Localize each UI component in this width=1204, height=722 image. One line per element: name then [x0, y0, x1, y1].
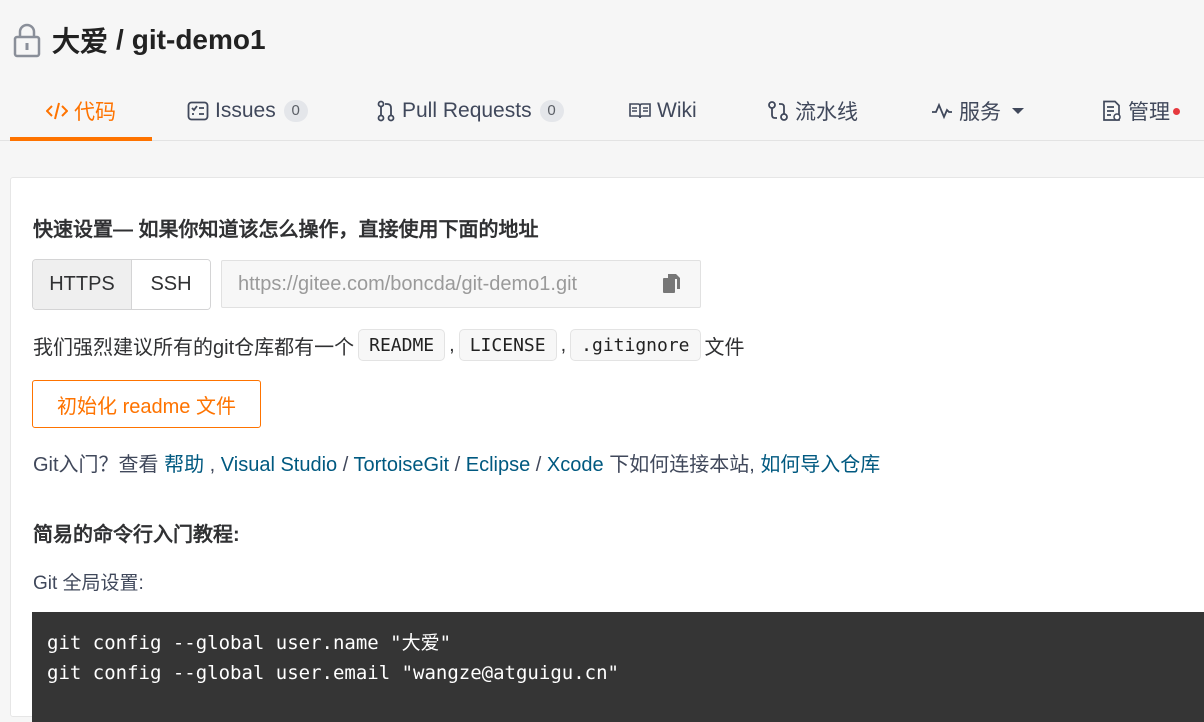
tab-wiki[interactable]: Wiki [629, 82, 697, 140]
pulse-icon [931, 102, 953, 120]
tab-issues[interactable]: Issues 0 [187, 82, 308, 140]
help-prefix: Git入门？查看 [33, 454, 165, 476]
tab-code-label: 代码 [74, 101, 116, 124]
repo-owner[interactable]: 大爱 [52, 20, 108, 60]
tab-pull-requests[interactable]: Pull Requests 0 [376, 82, 564, 140]
recommend-line: 我们强烈建议所有的git仓库都有一个 README , LICENSE , .g… [33, 328, 745, 362]
help-middle: 下如何连接本站, [603, 454, 761, 476]
git-global-label: Git 全局设置: [33, 573, 144, 594]
cmd-tutorial-title: 简易的命令行入门教程: [33, 524, 240, 546]
code-line-2: git config --global user.email "wangze@a… [47, 662, 619, 684]
recommend-suffix: 文件 [704, 336, 745, 359]
copy-icon[interactable] [662, 273, 682, 301]
https-button[interactable]: HTTPS [33, 260, 132, 309]
tab-wiki-label: Wiki [657, 99, 697, 122]
repo-tabs: 代码 Issues 0 Pull Requests 0 Wiki 流水线 服务 … [10, 82, 1204, 141]
tab-code[interactable]: 代码 [46, 82, 116, 140]
tab-manage-label-wrap: 管理 [1128, 96, 1180, 126]
code-block: git config --global user.name "大爱" git c… [32, 612, 1204, 722]
repo-name[interactable]: git-demo1 [132, 24, 266, 56]
issues-count-badge: 0 [283, 100, 308, 122]
tab-services[interactable]: 服务 [931, 82, 1031, 140]
repo-title: 大爱 / git-demo1 [12, 20, 266, 60]
recommend-prefix: 我们强烈建议所有的git仓库都有一个 [33, 336, 355, 359]
tortoisegit-link[interactable]: TortoiseGit [354, 454, 450, 476]
code-icon [46, 101, 68, 121]
tab-pipeline-label: 流水线 [795, 101, 858, 124]
help-slash-2: / [449, 454, 466, 476]
tab-services-label: 服务 [959, 101, 1001, 124]
help-slash-1: / [337, 454, 354, 476]
active-tab-indicator [10, 137, 152, 141]
license-tag: LICENSE [458, 329, 557, 361]
recommend-sep-1: , [449, 333, 455, 356]
notification-dot [1173, 108, 1180, 115]
recommend-sep-2: , [560, 333, 567, 356]
visual-studio-link[interactable]: Visual Studio [221, 454, 337, 476]
help-link[interactable]: 帮助 [164, 454, 204, 476]
quick-setup-card: 快速设置— 如果你知道该怎么操作，直接使用下面的地址 HTTPS SSH htt… [10, 177, 1204, 722]
tab-pipeline[interactable]: 流水线 [767, 82, 858, 140]
help-comma: , [204, 454, 221, 476]
chevron-down-icon [1011, 106, 1025, 116]
tab-manage-label: 管理 [1128, 101, 1170, 124]
ssh-button[interactable]: SSH [132, 260, 210, 309]
quick-setup-title: 快速设置— 如果你知道该怎么操作，直接使用下面的地址 [33, 219, 539, 241]
wiki-book-icon [629, 102, 651, 120]
help-line: Git入门？查看 帮助 , Visual Studio / TortoiseGi… [33, 448, 880, 477]
pull-requests-count-badge: 0 [539, 100, 564, 122]
clone-url-text: https://gitee.com/boncda/git-demo1.git [238, 272, 578, 295]
protocol-toggle: HTTPS SSH [32, 259, 211, 310]
repo-separator: / [116, 24, 124, 55]
lock-icon [13, 23, 41, 58]
gitignore-tag: .gitignore [570, 329, 701, 361]
tab-issues-label: Issues [215, 99, 276, 122]
repo-header: 大爱 / git-demo1 代码 Issues 0 Pull Requests… [0, 0, 1204, 141]
tab-manage[interactable]: 管理 [1102, 82, 1180, 140]
readme-tag: README [358, 329, 446, 361]
import-repo-link[interactable]: 如何导入仓库 [760, 454, 880, 476]
manage-doc-icon [1102, 100, 1122, 122]
eclipse-link[interactable]: Eclipse [466, 454, 530, 476]
clone-url-field[interactable]: https://gitee.com/boncda/git-demo1.git [221, 260, 701, 308]
issues-icon [187, 101, 209, 121]
init-readme-button[interactable]: 初始化 readme 文件 [32, 380, 261, 428]
code-line-1: git config --global user.name "大爱" [47, 632, 452, 654]
xcode-link[interactable]: Xcode [547, 454, 604, 476]
tab-pull-requests-label: Pull Requests [402, 99, 532, 122]
pipeline-icon [767, 100, 789, 122]
pull-request-icon [376, 100, 396, 122]
help-slash-3: / [530, 454, 547, 476]
